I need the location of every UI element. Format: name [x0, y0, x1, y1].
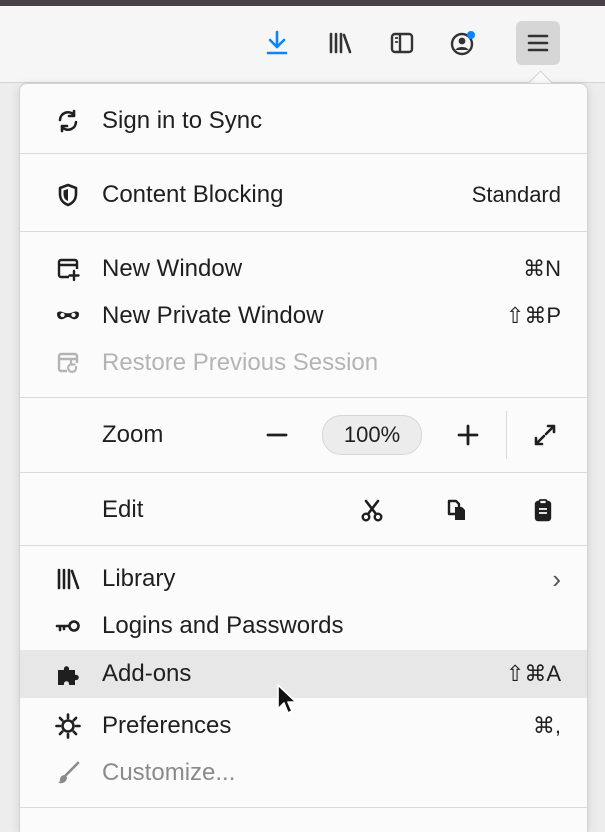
library-item[interactable]: Library › — [20, 556, 587, 602]
separator — [20, 545, 587, 546]
separator — [20, 153, 587, 154]
chevron-right-icon: › — [552, 563, 561, 594]
clipboard-icon — [534, 499, 552, 522]
preferences-label: Preferences — [102, 712, 232, 739]
account-button[interactable] — [441, 21, 485, 65]
restore-session-item[interactable]: Restore Previous Session — [20, 340, 587, 386]
hamburger-menu-icon — [527, 34, 549, 52]
separator — [20, 807, 587, 808]
new-window-shortcut: ⌘N — [523, 256, 561, 281]
content-blocking-value: Standard — [471, 182, 561, 207]
content-blocking-item[interactable]: Content Blocking Standard — [20, 164, 587, 226]
new-window-label: New Window — [102, 255, 243, 282]
new-window-item[interactable]: New Window ⌘N — [20, 246, 587, 292]
library-icon — [329, 32, 352, 54]
zoom-label: Zoom — [102, 421, 164, 448]
gear-icon — [54, 712, 82, 740]
account-icon — [450, 31, 475, 56]
zoom-separator — [506, 411, 507, 459]
shield-icon — [54, 181, 82, 209]
restore-session-label: Restore Previous Session — [102, 349, 379, 376]
sign-in-sync-label: Sign in to Sync — [102, 107, 263, 134]
customize-item[interactable]: Customize... — [20, 750, 587, 796]
separator — [20, 472, 587, 473]
restore-session-icon — [54, 349, 82, 377]
sidebar-icon — [390, 32, 414, 54]
fullscreen-button[interactable] — [528, 418, 562, 452]
zoom-out-button[interactable] — [260, 418, 294, 452]
copy-icon — [447, 499, 465, 520]
download-arrow-icon — [266, 30, 288, 55]
sign-in-sync-item[interactable]: Sign in to Sync — [20, 90, 587, 152]
private-mask-icon — [54, 302, 82, 330]
edit-row: Edit — [20, 482, 587, 538]
library-button[interactable] — [318, 21, 362, 65]
puzzle-icon — [54, 660, 82, 688]
fullscreen-icon — [534, 424, 556, 446]
cut-button[interactable] — [355, 493, 389, 527]
mouse-cursor-icon — [277, 684, 297, 714]
zoom-row: Zoom 100% — [20, 407, 587, 463]
preferences-item[interactable]: Preferences ⌘, — [20, 703, 587, 749]
downloads-button[interactable] — [255, 21, 299, 65]
brush-icon — [54, 759, 82, 787]
customize-label: Customize... — [102, 759, 236, 786]
new-private-window-label: New Private Window — [102, 302, 324, 329]
zoom-in-button[interactable] — [451, 418, 485, 452]
open-menu-button[interactable] — [516, 21, 560, 65]
separator — [20, 231, 587, 232]
browser-toolbar — [0, 6, 605, 83]
app-menu-panel: Sign in to Sync Content Blocking Standar… — [19, 83, 588, 832]
add-ons-label: Add-ons — [102, 660, 192, 687]
preferences-shortcut: ⌘, — [532, 713, 561, 738]
new-private-window-shortcut: ⇧⌘P — [505, 303, 561, 328]
separator — [20, 397, 587, 398]
copy-button[interactable] — [440, 493, 474, 527]
content-blocking-label: Content Blocking — [102, 181, 284, 208]
paste-button[interactable] — [526, 493, 560, 527]
logins-passwords-label: Logins and Passwords — [102, 612, 344, 639]
key-icon — [54, 612, 82, 640]
library-icon — [54, 565, 82, 593]
logins-passwords-item[interactable]: Logins and Passwords — [20, 603, 587, 649]
scissors-icon — [361, 499, 383, 522]
zoom-reset-button[interactable]: 100% — [322, 415, 422, 455]
edit-label: Edit — [102, 496, 144, 523]
add-ons-shortcut: ⇧⌘A — [505, 661, 561, 686]
sync-icon — [54, 107, 82, 135]
sidebar-button[interactable] — [380, 21, 424, 65]
new-window-icon — [54, 255, 82, 283]
plus-icon — [457, 424, 479, 446]
library-label: Library — [102, 565, 176, 592]
add-ons-item[interactable]: Add-ons ⇧⌘A — [20, 650, 587, 698]
minus-icon — [266, 433, 288, 437]
new-private-window-item[interactable]: New Private Window ⇧⌘P — [20, 293, 587, 339]
